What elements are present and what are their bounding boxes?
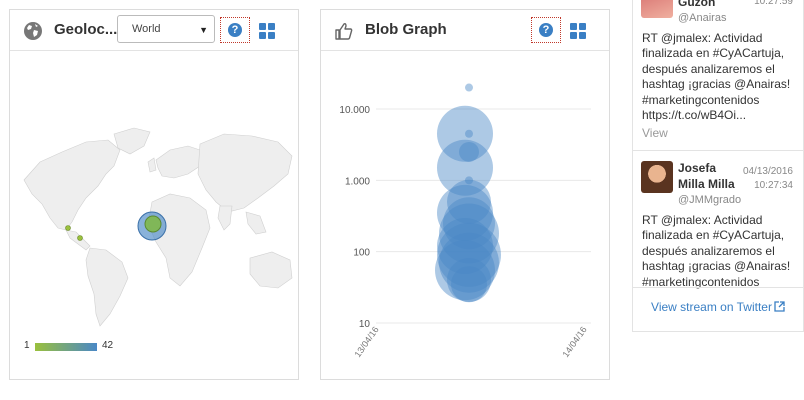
blob-graph-title: Blob Graph [365, 21, 447, 38]
tweet-text-line: después analizaremos el [642, 61, 775, 76]
blob-graph-header: Blob Graph ? [321, 10, 609, 51]
twitter-stream: Guzón @Anairas 10:27:59 RT @jmalex: Acti… [632, 0, 804, 332]
tweet-link[interactable]: https://t.co/wB4Oi... [642, 108, 800, 123]
caret-down-icon: ▼ [199, 25, 208, 35]
tweet-text-line: hashtag ¡gracias @Anairas! [642, 259, 791, 274]
region-select-value: World [132, 23, 161, 35]
region-select[interactable]: World ▼ [117, 15, 215, 43]
blob-point[interactable] [465, 129, 473, 138]
y-tick-label: 10 [359, 319, 371, 330]
geolocation-help-button[interactable]: ? [220, 17, 250, 43]
tweet-text-line: finalizada en #CyACartuja, [642, 46, 785, 61]
avatar[interactable] [641, 0, 673, 18]
tweet-view-link[interactable]: View [642, 126, 668, 140]
tweet-text-line: después analizaremos el [642, 243, 775, 258]
tweet-date: 04/13/2016 [742, 166, 793, 177]
tweet-author-name[interactable]: Guzón [678, 0, 715, 10]
tweet-text: RT @jmalex: Actividad finalizada en #CyA… [642, 31, 800, 123]
view-stream-label: View stream on Twitter [651, 300, 772, 314]
grid-view-icon[interactable] [259, 23, 275, 39]
tweet-text-line: #marketingcontenidos [642, 92, 760, 107]
geolocation-panel: Geoloc... World ▼ ? 1 42 [9, 9, 299, 380]
tweet-item: Guzón @Anairas 10:27:59 RT @jmalex: Acti… [633, 0, 803, 150]
legend-min-value: 1 [24, 340, 30, 351]
tweet-item: Josefa Milla Milla @JMMgrado 04/13/2016 … [633, 151, 803, 291]
tweet-time: 10:27:59 [754, 0, 793, 7]
x-tick-label: 14/04/16 [560, 325, 588, 359]
world-map[interactable] [10, 82, 300, 332]
geolocation-header: Geoloc... World ▼ ? [10, 10, 298, 51]
tweet-text: RT @jmalex: Actividad finalizada en #CyA… [642, 213, 800, 290]
map-bubble[interactable] [144, 215, 162, 233]
external-link-icon [774, 301, 785, 312]
tweet-text-line: RT @jmalex: Actividad [642, 31, 763, 45]
tweet-author-handle[interactable]: @Anairas [678, 12, 726, 24]
y-tick-label: 10.000 [339, 105, 370, 116]
tweet-text-line: RT @jmalex: Actividad [642, 213, 763, 227]
blob-point[interactable] [451, 266, 487, 303]
view-stream-link[interactable]: View stream on Twitter [633, 300, 803, 314]
tweet-time: 10:27:34 [754, 180, 793, 191]
help-icon: ? [228, 23, 242, 37]
globe-icon [24, 22, 42, 40]
y-tick-label: 1.000 [345, 176, 370, 187]
tweet-author-name[interactable]: Josefa [678, 161, 716, 176]
blob-graph-help-button[interactable]: ? [531, 17, 561, 43]
map-bubble[interactable] [65, 225, 71, 231]
tweet-text-line: finalizada en #CyACartuja, [642, 228, 785, 243]
grid-view-icon[interactable] [570, 23, 586, 39]
blob-point[interactable] [465, 83, 473, 92]
thumbs-up-icon [335, 23, 353, 40]
geolocation-title: Geoloc... [54, 21, 118, 38]
legend-gradient-bar [35, 343, 97, 351]
legend-max-value: 42 [102, 340, 114, 351]
help-icon: ? [539, 23, 553, 37]
map-bubble[interactable] [77, 235, 83, 241]
tweet-author-handle[interactable]: @JMMgrado [678, 194, 741, 206]
blob-chart: 10.0001.00010010 13/04/16 14/04/16 [339, 83, 591, 359]
y-tick-label: 100 [353, 248, 370, 259]
tweet-author-name-line2[interactable]: Milla Milla [678, 177, 735, 192]
blob-graph-panel: Blob Graph ? 10.000 1.000 100 10 13/04/16 14… [320, 9, 610, 380]
tweet-text-line: hashtag ¡gracias @Anairas! [642, 77, 791, 92]
tweet-divider [633, 287, 803, 288]
avatar[interactable] [641, 161, 673, 193]
